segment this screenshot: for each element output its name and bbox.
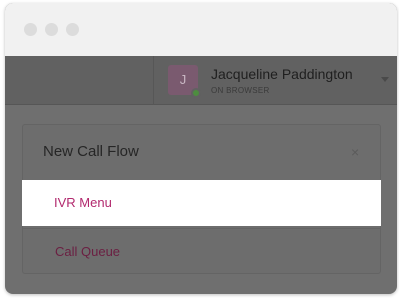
menu-item-ivr-menu[interactable]: IVR Menu <box>22 180 381 226</box>
user-status: ON BROWSER <box>211 86 270 95</box>
header-divider <box>153 56 154 105</box>
browser-window: J Jacqueline Paddington ON BROWSER New C… <box>5 3 397 294</box>
user-name[interactable]: Jacqueline Paddington <box>211 66 353 82</box>
online-status-icon <box>191 88 201 98</box>
new-call-flow-dialog: New Call Flow × IVR Menu Call Queue <box>22 124 381 274</box>
menu-item-call-queue[interactable]: Call Queue <box>23 228 380 274</box>
app-header: J Jacqueline Paddington ON BROWSER <box>5 56 397 105</box>
close-icon[interactable]: × <box>351 145 359 159</box>
maximize-window-dot[interactable] <box>66 23 79 36</box>
chevron-down-icon[interactable] <box>381 77 389 82</box>
close-window-dot[interactable] <box>24 23 37 36</box>
dialog-title: New Call Flow <box>43 143 139 160</box>
minimize-window-dot[interactable] <box>45 23 58 36</box>
window-titlebar <box>5 3 397 56</box>
